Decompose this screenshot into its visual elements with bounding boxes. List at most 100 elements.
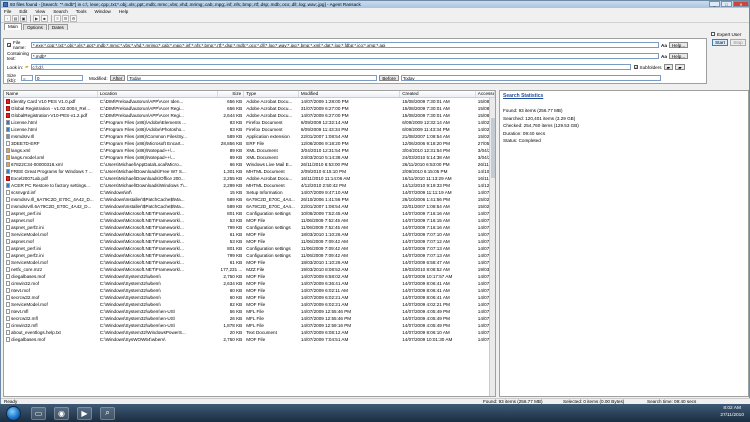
title-bar[interactable]: 93 files found - [Search: "*.mdb"] in c:… bbox=[1, 1, 749, 8]
save-icon[interactable]: ▣ bbox=[20, 14, 27, 22]
new-search-icon[interactable]: ▫ bbox=[4, 14, 11, 22]
agent-ransack-icon[interactable]: ⌕ bbox=[100, 406, 115, 420]
col-created[interactable]: Created bbox=[400, 91, 476, 97]
menu-file[interactable]: File bbox=[4, 9, 11, 14]
size-operator[interactable]: = bbox=[21, 75, 33, 81]
col-type[interactable]: Type bbox=[244, 91, 299, 97]
scrollbar-thumb[interactable] bbox=[491, 118, 495, 178]
table-row[interactable]: 3DEE7D-ERF C:\Program Files (x86)\Microso… bbox=[4, 140, 495, 147]
table-row[interactable]: ACER PC Restore to factory settings... C:… bbox=[4, 182, 495, 189]
menu-search[interactable]: Search bbox=[53, 9, 68, 14]
start-icon[interactable]: ▶ bbox=[33, 14, 40, 22]
explorer-icon[interactable]: ▭ bbox=[31, 406, 46, 420]
table-row[interactable]: aspnet_perf.ini C:\Windows\Microsoft.NET\… bbox=[4, 210, 495, 217]
close-button[interactable]: ✕ bbox=[733, 1, 749, 7]
help-button[interactable]: Help... bbox=[668, 42, 689, 48]
file-name-field[interactable]: *.exe;*.cpp;*.txt;*.obj;*.xls;*.ppt;*.md… bbox=[31, 42, 659, 48]
containing-text-field[interactable]: *.mdb* bbox=[31, 53, 659, 59]
table-row[interactable]: aspnet.mof C:\Windows\Microsoft.NET\Frame… bbox=[4, 238, 495, 245]
menu-window[interactable]: Window bbox=[95, 9, 111, 14]
table-row[interactable]: GlobalRegistration-V10-PES-v1.2.pdf C:\DI… bbox=[4, 112, 495, 119]
table-row[interactable]: scsnvgrd.inf C:\Windows\inf\ 15 KB Setup In… bbox=[4, 189, 495, 196]
after-date-field[interactable]: Today bbox=[127, 75, 378, 81]
table-row[interactable]: langs.model.xml C:\Program Files (x86)\No… bbox=[4, 154, 495, 161]
system-clock[interactable]: 8:02 AM 27/11/2010 bbox=[720, 406, 744, 419]
table-row[interactable]: langs.xml C:\Program Files (x86)\Notepad+… bbox=[4, 147, 495, 154]
windows-start-icon[interactable] bbox=[6, 405, 21, 421]
table-row[interactable]: secrcw32.mfl C:\Windows\System32\wbem\en-… bbox=[4, 315, 495, 322]
table-row[interactable]: secrcw32.mof C:\Windows\System32\wbem\ 60 … bbox=[4, 294, 495, 301]
before-date-field[interactable]: Today bbox=[400, 75, 661, 81]
table-row[interactable]: aspnet_perf2.ini C:\Windows\Microsoft.NET… bbox=[4, 224, 495, 231]
size-field[interactable]: 0 bbox=[35, 75, 83, 81]
table-row[interactable]: Identity Card V10 PES V1.0.pdf C:\DIM\Pre… bbox=[4, 98, 495, 105]
help-button-2[interactable]: Help... bbox=[668, 53, 689, 59]
cell-loc: C:\Users\Michael\Downloads\Free W7 S... bbox=[99, 169, 186, 174]
cell-loc: C:\Windows\System32\wbem\ bbox=[99, 288, 161, 293]
table-row[interactable]: cliegalbases.mof C:\Windows\System32\wbem… bbox=[4, 273, 495, 280]
maximize-button[interactable]: □ bbox=[721, 1, 732, 7]
menu-tools[interactable]: Tools bbox=[76, 9, 87, 14]
menu-view[interactable]: View bbox=[35, 9, 45, 14]
col-size[interactable]: Size bbox=[218, 91, 245, 97]
table-row[interactable]: ServiceModel.mof C:\Windows\System32\wbem… bbox=[4, 301, 495, 308]
col-name[interactable]: Name bbox=[4, 91, 98, 97]
table-row[interactable]: License.html C:\Program Files (x86)\Adobe… bbox=[4, 126, 495, 133]
table-row[interactable]: msmdsrv.rll_6A79C2D_E70C_4A42_D... C:\Win… bbox=[4, 196, 495, 203]
table-row[interactable]: cimwin32.mof C:\Windows\System32\wbem\ 2,6… bbox=[4, 280, 495, 287]
tab-dates[interactable]: Dates bbox=[47, 24, 68, 30]
stop-icon[interactable]: ■ bbox=[41, 14, 48, 22]
cell-mod: 14/07/2009 12:55:46 PM bbox=[300, 316, 352, 321]
view-details-icon[interactable]: ☰ bbox=[62, 14, 69, 22]
file-name-checkbox[interactable] bbox=[7, 43, 11, 47]
start-button[interactable]: Start bbox=[712, 39, 728, 46]
col-location[interactable]: Location bbox=[98, 91, 219, 97]
view-list-icon[interactable]: ≡ bbox=[54, 14, 61, 22]
menu-help[interactable]: Help bbox=[119, 9, 128, 14]
browse-more-button[interactable]: ▰ bbox=[675, 64, 685, 70]
browse-folder-button[interactable]: ▰ bbox=[663, 64, 674, 70]
stop-button[interactable]: Stop bbox=[730, 39, 746, 46]
table-row[interactable]: about_eventlogs.help.txt C:\Windows\Syste… bbox=[4, 329, 495, 336]
menu-edit[interactable]: Edit bbox=[19, 9, 27, 14]
table-row[interactable]: Global Registration - v1.02.0004_Rel... C… bbox=[4, 105, 495, 112]
cell-size: 60 KB bbox=[229, 295, 243, 300]
match-case-icon[interactable]: Aa bbox=[661, 43, 667, 48]
table-row[interactable]: FREE Great Programs for Windows 7 ... C:\… bbox=[4, 168, 495, 175]
col-accessed[interactable]: Accessed bbox=[476, 91, 495, 97]
expert-user-checkbox[interactable] bbox=[711, 32, 715, 36]
match-case-text-icon[interactable]: Aa bbox=[661, 54, 667, 59]
tab-main[interactable]: Main bbox=[4, 23, 22, 30]
table-row[interactable]: msmdsrv.rll C:\Program Files (x86)\Common… bbox=[4, 133, 495, 140]
table-row[interactable]: aspnet_perf2.ini C:\Windows\Microsoft.NET… bbox=[4, 252, 495, 259]
table-row[interactable]: ntevt.mfl C:\Windows\System32\wbem\en-US\… bbox=[4, 308, 495, 315]
table-row[interactable]: Excel2007Lab.pdf C:\Users\Michael\Downloa… bbox=[4, 175, 495, 182]
table-row[interactable]: cliegalbases.mof C:\Windows\SysWOW64\wbem… bbox=[4, 336, 495, 343]
table-row[interactable]: msmdsrvrll.6A79C2D_E70C_4A42_D... C:\Wind… bbox=[4, 203, 495, 210]
minimize-button[interactable]: _ bbox=[709, 1, 720, 7]
table-row[interactable]: ServiceModel.mof C:\Windows\Microsoft.NET… bbox=[4, 259, 495, 266]
table-row[interactable]: ServiceModel.mof C:\Windows\Microsoft.NET… bbox=[4, 231, 495, 238]
table-row[interactable]: netfx_core.mzz C:\Windows\Microsoft.NET\F… bbox=[4, 266, 495, 273]
media-player-icon[interactable]: ▶ bbox=[77, 406, 92, 420]
before-button[interactable]: Before bbox=[379, 75, 399, 81]
table-row[interactable]: License.html C:\Program Files (x86)\Adobe… bbox=[4, 119, 495, 126]
look-in-field[interactable]: c:\;d:\ bbox=[30, 64, 631, 70]
cell-size: 2,255 KB bbox=[223, 176, 243, 181]
subfolders-checkbox[interactable] bbox=[633, 65, 638, 69]
options-icon[interactable]: ⚙ bbox=[70, 14, 77, 22]
table-row[interactable]: aspnet.mof C:\Windows\Microsoft.NET\Frame… bbox=[4, 217, 495, 224]
firefox-icon[interactable]: ◉ bbox=[54, 406, 69, 420]
open-icon[interactable]: ▤ bbox=[12, 14, 19, 22]
tab-options[interactable]: Options bbox=[22, 24, 47, 30]
file-name-cell: langs.model.xml bbox=[4, 154, 98, 161]
table-row[interactable]: aspnet_perf.ini C:\Windows\Microsoft.NET\… bbox=[4, 245, 495, 252]
results-scrollbar[interactable] bbox=[489, 98, 495, 396]
table-row[interactable]: 67822C34-00000318.xml C:\Users\Michael\Ap… bbox=[4, 161, 495, 168]
html-file-icon bbox=[6, 169, 10, 174]
after-button[interactable]: After bbox=[109, 75, 126, 81]
table-row[interactable]: cimwin32.mfl C:\Windows\System32\wbem\en-… bbox=[4, 322, 495, 329]
containing-text-label: Containing text: bbox=[7, 51, 29, 61]
table-row[interactable]: ntevt.mof C:\Windows\System32\wbem\ 60 KB M… bbox=[4, 287, 495, 294]
col-modified[interactable]: Modified bbox=[299, 91, 401, 97]
